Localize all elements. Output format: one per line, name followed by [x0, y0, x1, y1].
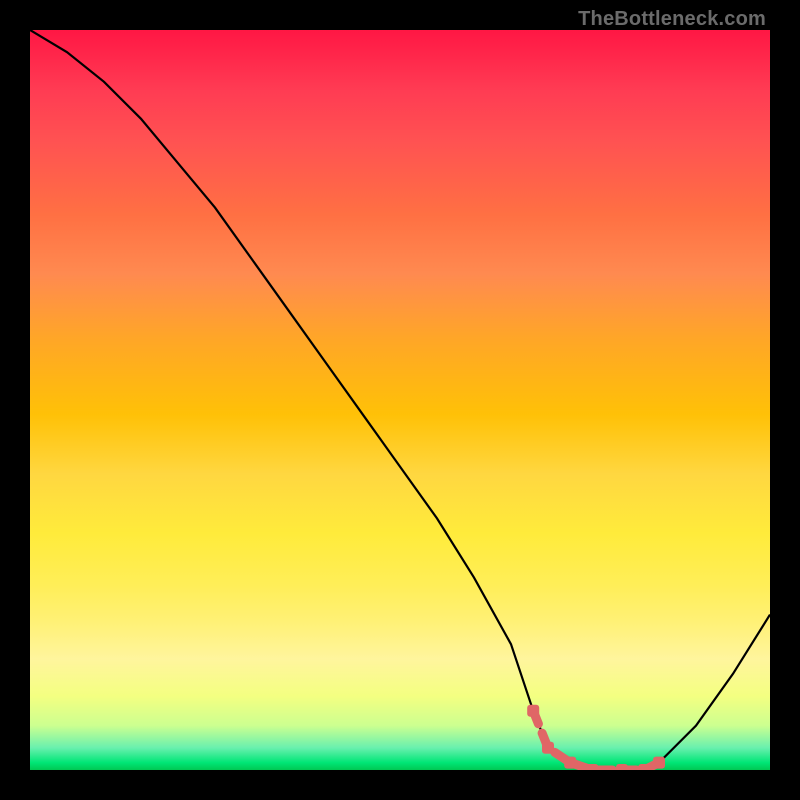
- plot-area: [30, 30, 770, 770]
- marker-band-line: [533, 711, 659, 770]
- marker-dot: [638, 764, 650, 770]
- marker-dot: [564, 757, 576, 769]
- marker-dot: [616, 764, 628, 770]
- marker-dot: [542, 742, 554, 754]
- watermark-text: TheBottleneck.com: [578, 8, 766, 31]
- marker-dot: [586, 764, 598, 770]
- marker-dot: [527, 705, 539, 717]
- marker-dot: [653, 757, 665, 769]
- marker-band: [527, 705, 665, 770]
- curve-layer: [30, 30, 770, 770]
- bottleneck-curve-line: [30, 30, 770, 770]
- bottleneck-chart: TheBottleneck.com: [0, 0, 800, 800]
